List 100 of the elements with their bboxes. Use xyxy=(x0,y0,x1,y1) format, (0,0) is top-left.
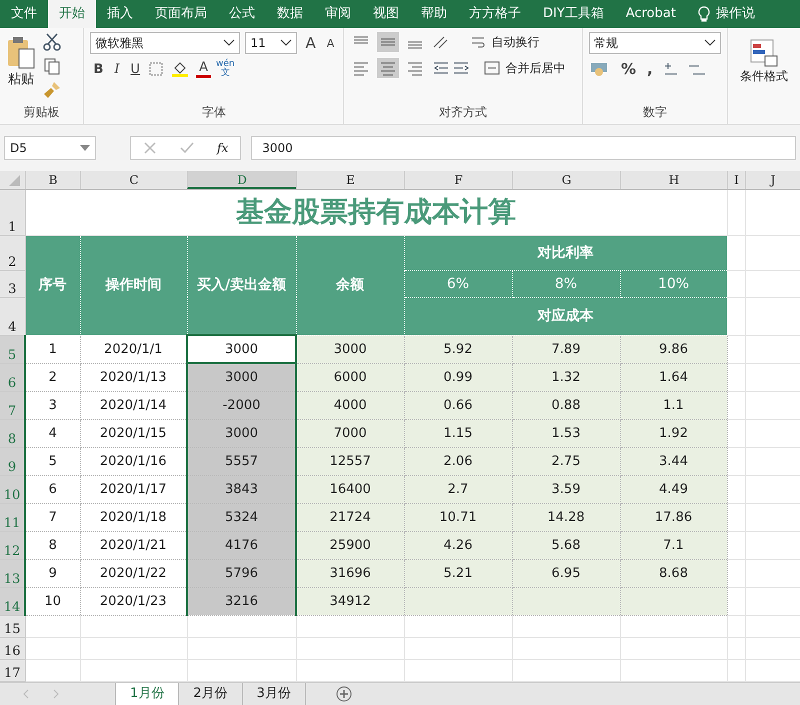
header-cell: 序号 xyxy=(25,235,80,335)
row-header[interactable]: 3 xyxy=(0,270,25,297)
merge-center-button[interactable]: 合并后居中 xyxy=(484,60,566,76)
ribbon-tab[interactable]: 帮助 xyxy=(410,0,458,28)
row-header[interactable]: 14 xyxy=(0,587,25,615)
sheet-tab[interactable]: 2月份 xyxy=(179,683,243,705)
comma-button[interactable]: , xyxy=(644,60,656,78)
ribbon-tab[interactable]: DIY工具箱 xyxy=(532,0,615,28)
font-size-dropdown[interactable]: 11 xyxy=(245,32,298,54)
row-header[interactable]: 13 xyxy=(0,559,25,587)
column-header[interactable]: B xyxy=(25,171,80,189)
column-header[interactable]: I xyxy=(727,171,745,189)
italic-button[interactable]: I xyxy=(111,62,123,76)
ribbon-tab[interactable]: 审阅 xyxy=(314,0,362,28)
table-cell: 2.7 xyxy=(404,475,512,503)
check-icon[interactable] xyxy=(179,141,195,155)
row-header[interactable]: 1 xyxy=(0,190,25,235)
table-cell: 1.1 xyxy=(620,391,728,419)
header-cell: 6% xyxy=(404,270,512,297)
ribbon-tab[interactable]: 数据 xyxy=(266,0,314,28)
conditional-format-button[interactable]: 条件格式 xyxy=(734,32,794,85)
ribbon-tab[interactable]: 操作说 xyxy=(686,0,766,28)
column-header[interactable]: E xyxy=(296,171,404,189)
grow-font-button[interactable]: A xyxy=(302,34,319,52)
number-format-dropdown[interactable]: 常规 xyxy=(589,32,721,54)
row-header[interactable]: 16 xyxy=(0,637,25,659)
row-header[interactable]: 5 xyxy=(0,335,25,363)
table-cell: 2020/1/13 xyxy=(80,363,187,391)
percent-button[interactable]: % xyxy=(618,60,640,78)
table-cell[interactable]: 5324 xyxy=(187,503,296,531)
font-color-button[interactable]: A xyxy=(196,60,211,78)
header-cell: 买入/卖出金额 xyxy=(187,235,296,335)
align-middle-icon[interactable] xyxy=(377,32,400,52)
ribbon-tab[interactable]: 公式 xyxy=(218,0,266,28)
table-cell: 2020/1/18 xyxy=(80,503,187,531)
table-cell: 2020/1/15 xyxy=(80,419,187,447)
font-name-dropdown[interactable]: 微软雅黑 xyxy=(90,32,240,54)
shrink-font-button[interactable]: A xyxy=(324,36,338,50)
ribbon-tab[interactable]: 方方格子 xyxy=(458,0,532,28)
row-header[interactable]: 10 xyxy=(0,475,25,503)
copy-icon[interactable] xyxy=(42,56,62,76)
row-header[interactable]: 12 xyxy=(0,531,25,559)
table-cell: 6.95 xyxy=(512,559,620,587)
table-cell[interactable]: 3000 xyxy=(187,363,296,391)
table-cell: 31696 xyxy=(296,559,404,587)
table-cell: 16400 xyxy=(296,475,404,503)
table-cell: 12557 xyxy=(296,447,404,475)
column-header[interactable]: J xyxy=(745,171,800,189)
table-cell[interactable]: 3216 xyxy=(187,587,296,615)
column-header[interactable]: F xyxy=(404,171,512,189)
table-cell[interactable]: 5557 xyxy=(187,447,296,475)
table-cell[interactable]: -2000 xyxy=(187,391,296,419)
name-box[interactable]: D5 xyxy=(4,136,96,160)
ribbon-tab[interactable]: 插入 xyxy=(96,0,144,28)
table-cell[interactable]: 4176 xyxy=(187,531,296,559)
clipboard-icon xyxy=(6,36,36,70)
ribbon-tab[interactable]: 页面布局 xyxy=(144,0,218,28)
underline-button[interactable]: U xyxy=(128,62,144,76)
caret-icon xyxy=(80,145,90,151)
ribbon-tab[interactable]: Acrobat xyxy=(614,0,687,28)
ribbon-tab[interactable]: 视图 xyxy=(362,0,410,28)
table-cell: 8 xyxy=(25,531,80,559)
row-header[interactable]: 17 xyxy=(0,659,25,681)
ribbon-tab[interactable]: 开始 xyxy=(48,0,96,28)
row-header[interactable]: 4 xyxy=(0,297,25,335)
table-cell[interactable]: 3000 xyxy=(187,335,296,363)
header-cell: 对应成本 xyxy=(404,297,728,335)
table-cell: 5.92 xyxy=(404,335,512,363)
paste-button[interactable]: 粘贴 xyxy=(6,32,36,100)
group-label: 剪贴板 xyxy=(22,104,61,121)
column-header[interactable]: D xyxy=(187,171,296,189)
formula-input[interactable]: 3000 xyxy=(251,136,796,160)
wrap-text-button[interactable]: 自动换行 xyxy=(470,34,540,50)
column-header[interactable]: H xyxy=(620,171,727,189)
table-cell: 7.1 xyxy=(620,531,728,559)
bold-button[interactable]: B xyxy=(90,62,106,76)
add-sheet-icon[interactable] xyxy=(336,686,352,702)
header-cell: 操作时间 xyxy=(80,235,187,335)
table-cell: 5.21 xyxy=(404,559,512,587)
sheet-tab[interactable]: 1月份 xyxy=(115,683,180,705)
row-header[interactable]: 9 xyxy=(0,447,25,475)
table-cell: 8.68 xyxy=(620,559,728,587)
ribbon-tab[interactable]: 文件 xyxy=(0,0,48,28)
row-header[interactable]: 8 xyxy=(0,419,25,447)
table-cell: 2.75 xyxy=(512,447,620,475)
table-cell[interactable]: 5796 xyxy=(187,559,296,587)
row-header[interactable]: 7 xyxy=(0,391,25,419)
scissors-icon[interactable] xyxy=(42,32,62,52)
group-label: 字体 xyxy=(200,104,227,121)
row-header[interactable]: 2 xyxy=(0,235,25,270)
row-header[interactable]: 6 xyxy=(0,363,25,391)
column-header[interactable]: G xyxy=(512,171,620,189)
table-cell[interactable]: 3843 xyxy=(187,475,296,503)
insert-function-button[interactable]: fx xyxy=(217,141,228,155)
phonetic-button[interactable]: wén 文 xyxy=(216,60,235,78)
table-cell[interactable]: 3000 xyxy=(187,419,296,447)
row-header[interactable]: 11 xyxy=(0,503,25,531)
sheet-tab[interactable]: 3月份 xyxy=(242,683,306,705)
row-header[interactable]: 15 xyxy=(0,615,25,637)
align-center-icon[interactable] xyxy=(377,58,400,78)
